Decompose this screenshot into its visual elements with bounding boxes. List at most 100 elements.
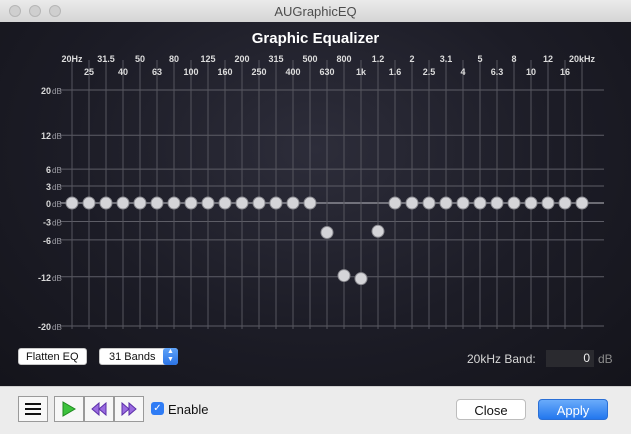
band-slider-knob[interactable] (405, 196, 419, 210)
band-slider-knob[interactable] (575, 196, 589, 210)
band-value-unit: dB (598, 352, 613, 366)
flatten-eq-button[interactable]: Flatten EQ (18, 348, 87, 365)
fast-forward-icon (121, 402, 137, 416)
chevron-up-down-icon: ▲ ▼ (163, 348, 178, 365)
band-slider-knob[interactable] (473, 196, 487, 210)
band-slider-knob[interactable] (439, 196, 453, 210)
rewind-icon (91, 402, 107, 416)
band-slider-knob[interactable] (320, 226, 334, 240)
band-slider-knob[interactable] (524, 196, 538, 210)
freq-label-top: 2 (409, 54, 414, 64)
band-slider-knob[interactable] (337, 269, 351, 283)
db-unit-label: dB (52, 237, 62, 246)
freq-label-bottom: 400 (285, 67, 300, 77)
checkmark-icon: ✓ (153, 403, 162, 414)
band-slider-knob[interactable] (201, 196, 215, 210)
freq-label-bottom: 160 (217, 67, 232, 77)
band-slider-knob[interactable] (371, 224, 385, 238)
db-unit-label: dB (52, 166, 62, 175)
db-unit-label: dB (52, 200, 62, 209)
db-tick-label: 0 (46, 199, 51, 209)
freq-label-top: 5 (477, 54, 482, 64)
freq-label-top: 12 (543, 54, 553, 64)
band-slider-knob[interactable] (490, 196, 504, 210)
db-unit-label: dB (52, 183, 62, 192)
enable-label: Enable (168, 402, 209, 417)
freq-label-bottom: 100 (183, 67, 198, 77)
band-slider-knob[interactable] (235, 196, 249, 210)
band-slider-knob[interactable] (252, 196, 266, 210)
bands-select[interactable]: 31 Bands ▲ ▼ (99, 348, 178, 365)
au-window: AUGraphicEQ Graphic Equalizer 20 dB 12 dB 6 d… (0, 0, 631, 434)
db-tick-label: 20 (41, 86, 51, 96)
equalizer-graph[interactable]: 20 dB12 dB6 dB3 dB0 dB-3 dB-6 dB-12 dB-20 dB20Hz 3… (0, 22, 631, 386)
freq-label-top: 3.1 (440, 54, 453, 64)
apply-button[interactable]: Apply (538, 399, 608, 420)
freq-label-bottom: 4 (460, 67, 465, 77)
band-slider-knob[interactable] (133, 196, 147, 210)
db-unit-label: dB (52, 274, 62, 283)
freq-label-bottom: 16 (560, 67, 570, 77)
freq-label-bottom: 63 (152, 67, 162, 77)
band-slider-knob[interactable] (99, 196, 113, 210)
hamburger-icon (25, 403, 41, 415)
freq-label-bottom: 2.5 (423, 67, 436, 77)
db-unit-label: dB (52, 87, 62, 96)
band-slider-knob[interactable] (65, 196, 79, 210)
band-slider-knob[interactable] (507, 196, 521, 210)
db-tick-label: -20 (38, 322, 51, 332)
db-tick-label: -12 (38, 273, 51, 283)
menu-button[interactable] (18, 396, 48, 422)
enable-checkbox[interactable]: ✓ (151, 402, 164, 415)
freq-label-bottom: 630 (319, 67, 334, 77)
freq-label-bottom: 250 (251, 67, 266, 77)
band-slider-knob[interactable] (422, 196, 436, 210)
band-slider-knob[interactable] (167, 196, 181, 210)
band-slider-knob[interactable] (218, 196, 232, 210)
next-preset-button[interactable] (114, 396, 144, 422)
freq-label-top: 500 (302, 54, 317, 64)
freq-label-bottom: 40 (118, 67, 128, 77)
band-slider-knob[interactable] (150, 196, 164, 210)
window-title: AUGraphicEQ (274, 4, 357, 19)
freq-label-top: 20kHz (569, 54, 596, 64)
freq-label-top: 8 (511, 54, 516, 64)
title-bar: AUGraphicEQ (0, 0, 631, 23)
play-icon (62, 401, 76, 417)
band-slider-knob[interactable] (541, 196, 555, 210)
freq-label-top: 315 (268, 54, 283, 64)
db-unit-label: dB (52, 132, 62, 141)
bands-select-value: 31 Bands (109, 351, 156, 363)
previous-preset-button[interactable] (84, 396, 114, 422)
db-tick-label: 3 (46, 182, 51, 192)
db-tick-label: 6 (46, 165, 51, 175)
band-slider-knob[interactable] (269, 196, 283, 210)
db-tick-label: -3 (43, 217, 51, 227)
freq-label-top: 20Hz (61, 54, 83, 64)
close-button[interactable]: Close (456, 399, 526, 420)
band-slider-knob[interactable] (303, 196, 317, 210)
db-tick-label: 12 (41, 131, 51, 141)
band-slider-knob[interactable] (286, 196, 300, 210)
db-unit-label: dB (52, 218, 62, 227)
band-field-label: 20kHz Band: (467, 352, 536, 366)
band-slider-knob[interactable] (456, 196, 470, 210)
freq-label-top: 50 (135, 54, 145, 64)
band-slider-knob[interactable] (116, 196, 130, 210)
band-slider-knob[interactable] (354, 272, 368, 286)
band-slider-knob[interactable] (82, 196, 96, 210)
freq-label-bottom: 10 (526, 67, 536, 77)
band-slider-knob[interactable] (558, 196, 572, 210)
freq-label-top: 200 (234, 54, 249, 64)
band-value-field[interactable]: 0 (546, 350, 594, 367)
freq-label-bottom: 6.3 (491, 67, 504, 77)
freq-label-top: 80 (169, 54, 179, 64)
db-tick-label: -6 (43, 236, 51, 246)
freq-label-top: 31.5 (97, 54, 115, 64)
freq-label-bottom: 1.6 (389, 67, 402, 77)
freq-label-top: 125 (200, 54, 215, 64)
freq-label-bottom: 25 (84, 67, 94, 77)
play-button[interactable] (54, 396, 84, 422)
band-slider-knob[interactable] (388, 196, 402, 210)
band-slider-knob[interactable] (184, 196, 198, 210)
